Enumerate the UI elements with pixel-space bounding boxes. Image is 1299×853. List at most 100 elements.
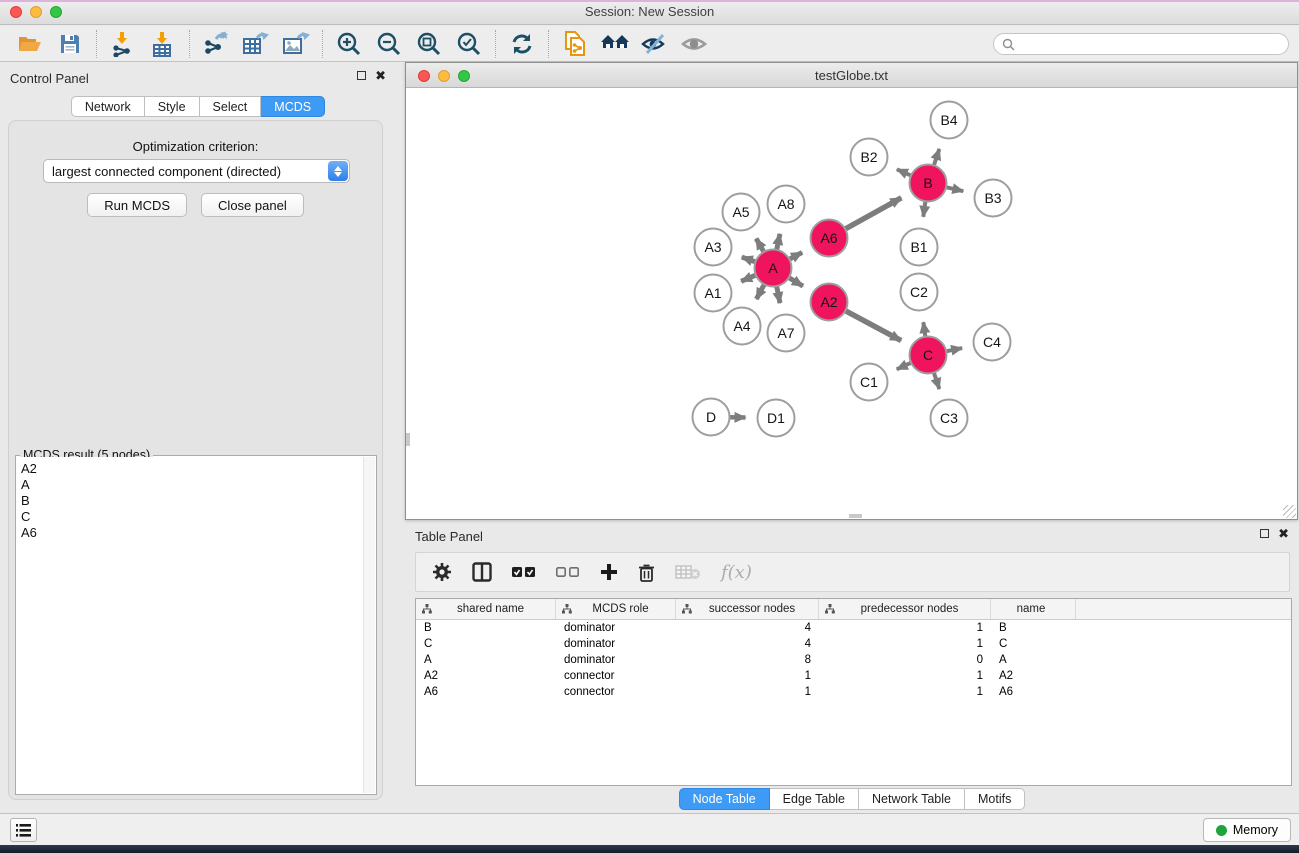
edge-A-A8[interactable] <box>777 234 780 250</box>
table-cell[interactable]: 1 <box>819 622 991 634</box>
table-cell[interactable]: 1 <box>819 670 991 682</box>
edge-A-A7[interactable] <box>777 286 780 303</box>
canvas-hscroll-indicator[interactable] <box>849 514 862 518</box>
table-cell[interactable]: A2 <box>416 670 556 682</box>
node-A2[interactable]: A2 <box>811 284 848 321</box>
run-mcds-button[interactable]: Run MCDS <box>87 193 187 217</box>
add-row-icon[interactable] <box>600 563 618 581</box>
table-cell[interactable]: 1 <box>819 638 991 650</box>
column-header-MCDS-role[interactable]: MCDS role <box>556 599 676 619</box>
node-B[interactable]: B <box>910 165 947 202</box>
hide-graphics-details-icon[interactable] <box>635 28 675 60</box>
home-pair-icon[interactable] <box>595 28 635 60</box>
import-table-icon[interactable] <box>143 28 183 60</box>
tab-motifs[interactable]: Motifs <box>965 788 1025 810</box>
node-C3[interactable]: C3 <box>931 400 968 437</box>
show-graphics-details-icon[interactable] <box>675 28 715 60</box>
table-cell[interactable]: A2 <box>991 670 1076 682</box>
columns-icon[interactable] <box>472 562 492 582</box>
float-panel-icon[interactable] <box>357 71 366 80</box>
table-cell[interactable]: dominator <box>556 622 676 634</box>
export-image-icon[interactable] <box>276 28 316 60</box>
close-table-panel-icon[interactable]: ✖ <box>1278 528 1289 539</box>
node-C4[interactable]: C4 <box>974 324 1011 361</box>
tab-edge-table[interactable]: Edge Table <box>770 788 859 810</box>
table-cell[interactable]: dominator <box>556 654 676 666</box>
edge-A-A2[interactable] <box>789 278 803 287</box>
gear-icon[interactable] <box>432 562 452 582</box>
column-header-predecessor-nodes[interactable]: predecessor nodes <box>819 599 991 619</box>
column-header-successor-nodes[interactable]: successor nodes <box>676 599 819 619</box>
export-network-icon[interactable] <box>196 28 236 60</box>
edge-B-B3[interactable] <box>946 187 963 191</box>
node-C2[interactable]: C2 <box>901 274 938 311</box>
node-A6[interactable]: A6 <box>811 220 848 257</box>
zoom-out-icon[interactable] <box>369 28 409 60</box>
node-A5[interactable]: A5 <box>723 194 760 231</box>
tab-node-table[interactable]: Node Table <box>679 788 770 810</box>
table-row[interactable]: Bdominator41B <box>416 620 1291 636</box>
delete-table-icon[interactable] <box>675 564 701 580</box>
zoom-in-icon[interactable] <box>329 28 369 60</box>
canvas-vscroll-indicator[interactable] <box>406 433 410 446</box>
float-table-panel-icon[interactable] <box>1260 529 1269 538</box>
edge-A6-B[interactable] <box>845 198 901 229</box>
result-scrollbar[interactable] <box>363 457 375 793</box>
node-A[interactable]: A <box>755 250 792 287</box>
close-panel-icon[interactable]: ✖ <box>375 70 386 81</box>
edge-C-C3[interactable] <box>934 373 940 390</box>
result-item[interactable]: A <box>21 477 363 493</box>
refresh-icon[interactable] <box>502 28 542 60</box>
table-cell[interactable]: A6 <box>416 686 556 698</box>
close-panel-button[interactable]: Close panel <box>201 193 304 217</box>
column-header-name[interactable]: name <box>991 599 1076 619</box>
table-cell[interactable]: B <box>416 622 556 634</box>
open-session-icon[interactable] <box>10 28 50 60</box>
node-B1[interactable]: B1 <box>901 229 938 266</box>
zoom-selected-icon[interactable] <box>449 28 489 60</box>
table-row[interactable]: Adominator80A <box>416 652 1291 668</box>
edge-A-A1[interactable] <box>741 275 756 281</box>
edge-A2-C[interactable] <box>845 311 901 341</box>
memory-button[interactable]: Memory <box>1203 818 1291 842</box>
delete-row-icon[interactable] <box>638 563 655 582</box>
node-C1[interactable]: C1 <box>851 364 888 401</box>
edge-B-B4[interactable] <box>934 149 940 166</box>
deselect-all-icon[interactable] <box>556 566 580 578</box>
select-all-icon[interactable] <box>512 566 536 578</box>
edge-C-C2[interactable] <box>923 322 925 336</box>
task-history-button[interactable] <box>10 818 37 842</box>
tab-network[interactable]: Network <box>71 96 145 117</box>
edge-A-A6[interactable] <box>789 252 802 259</box>
node-B3[interactable]: B3 <box>975 180 1012 217</box>
network-canvas[interactable]: B4B2BB3A5A8A3A6B1AA1C2A2A4A7C4CC1C3DD1 <box>406 88 1297 519</box>
table-cell[interactable]: C <box>416 638 556 650</box>
result-item[interactable]: A6 <box>21 525 363 541</box>
table-cell[interactable]: dominator <box>556 638 676 650</box>
export-table-icon[interactable] <box>236 28 276 60</box>
tab-select[interactable]: Select <box>200 96 262 117</box>
node-D[interactable]: D <box>693 399 730 436</box>
table-cell[interactable]: connector <box>556 670 676 682</box>
edge-B-B2[interactable] <box>897 169 911 175</box>
table-cell[interactable]: B <box>991 622 1076 634</box>
node-D1[interactable]: D1 <box>758 400 795 437</box>
table-row[interactable]: Cdominator41C <box>416 636 1291 652</box>
node-A1[interactable]: A1 <box>695 275 732 312</box>
table-cell[interactable]: 1 <box>676 670 819 682</box>
edge-A-A5[interactable] <box>756 238 764 251</box>
edge-B-B1[interactable] <box>923 201 925 216</box>
window-resize-grip[interactable] <box>1283 505 1296 518</box>
tab-network-table[interactable]: Network Table <box>859 788 965 810</box>
table-cell[interactable]: 8 <box>676 654 819 666</box>
node-A8[interactable]: A8 <box>768 186 805 223</box>
zoom-fit-icon[interactable] <box>409 28 449 60</box>
edge-A-A4[interactable] <box>756 284 764 299</box>
edge-C-C1[interactable] <box>897 363 911 370</box>
node-A3[interactable]: A3 <box>695 229 732 266</box>
import-network-icon[interactable] <box>103 28 143 60</box>
function-builder-icon[interactable]: f(x) <box>721 562 752 583</box>
result-item[interactable]: B <box>21 493 363 509</box>
table-cell[interactable]: 0 <box>819 654 991 666</box>
node-A4[interactable]: A4 <box>724 308 761 345</box>
